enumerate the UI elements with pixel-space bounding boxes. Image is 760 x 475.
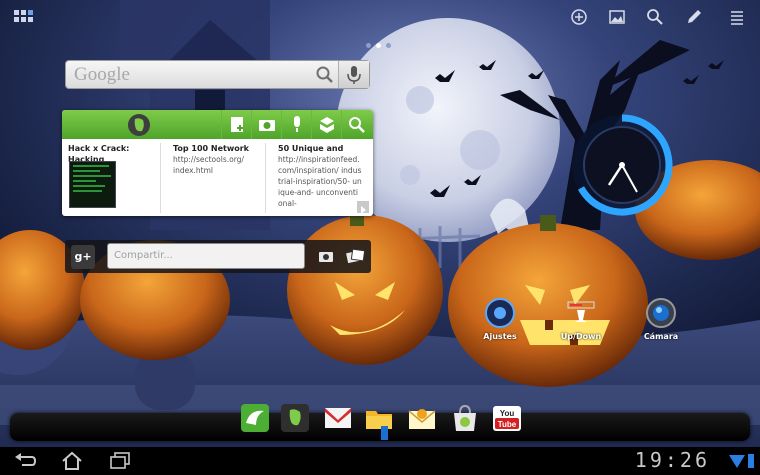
google-logo: Google (74, 64, 130, 85)
search-button[interactable] (645, 8, 665, 26)
apps-button[interactable] (12, 8, 34, 26)
shortcut-label: Up/Down (560, 332, 602, 341)
magnifier-icon (316, 66, 333, 83)
evernote-toolbar (62, 110, 373, 139)
microphone-icon (347, 66, 361, 84)
apps-icon (14, 10, 33, 22)
settings-icon (485, 298, 515, 328)
evernote-logo-icon[interactable] (126, 112, 152, 138)
wifi-signal-icon (728, 453, 746, 469)
dock-market[interactable] (450, 403, 480, 433)
evernote-icon (281, 404, 309, 432)
recent-apps-button[interactable] (107, 451, 133, 471)
gplus-logo[interactable]: g+ (71, 245, 95, 269)
camera-note-icon (259, 120, 275, 131)
note-thumbnail (69, 161, 116, 208)
add-image-note-icon (320, 117, 334, 133)
page-dot (386, 43, 391, 48)
google-search-widget[interactable]: Google (65, 60, 370, 89)
camera-share-button[interactable] (312, 243, 340, 269)
gplus-share-widget: g+ Compartir... (65, 240, 371, 273)
note-title: 50 Unique and (278, 144, 344, 153)
add-widget-button[interactable] (569, 8, 589, 26)
shortcut-label: Cámara (643, 332, 679, 341)
wallpaper-icon (609, 10, 625, 24)
evernote-note-card[interactable]: Top 100 Network http://sectools.org/ ind… (167, 143, 266, 213)
camera-icon (319, 252, 333, 262)
search-icon (647, 9, 663, 25)
page-indicator (366, 33, 396, 48)
market-icon (454, 404, 476, 431)
back-icon (15, 453, 37, 466)
wallpaper-button[interactable] (607, 8, 627, 26)
back-button[interactable] (12, 451, 38, 471)
evernote-note-card[interactable]: 50 Unique and http://inspirationfeed. co… (272, 143, 362, 213)
camera-note-button[interactable] (251, 110, 282, 139)
menu-button[interactable] (727, 8, 747, 26)
voice-search-button[interactable] (338, 61, 369, 88)
battery-icon (746, 453, 756, 469)
recent-apps-icon (110, 452, 130, 469)
file-manager-icon (366, 411, 392, 429)
svg-text:You: You (500, 409, 515, 418)
photos-share-button[interactable] (341, 243, 369, 269)
page-dot (366, 43, 371, 48)
dock-gmail[interactable] (323, 403, 353, 433)
clock-widget[interactable] (567, 110, 677, 220)
dolphin-browser-icon (241, 404, 269, 432)
youtube-icon: You Tube (493, 406, 521, 431)
page-dot-active (376, 43, 381, 48)
gmail-icon (325, 408, 351, 428)
new-note-button[interactable] (221, 110, 252, 139)
evernote-note-card[interactable]: Hack x Crack: Hacking (62, 143, 161, 213)
home-icon (62, 451, 82, 470)
shortcut-ajustes[interactable]: Ajustes (470, 298, 530, 346)
photos-icon (346, 248, 366, 264)
new-note-icon (231, 117, 243, 132)
dock-email[interactable] (407, 403, 437, 433)
menu-icon (731, 11, 743, 25)
shortcut-camara[interactable]: Cámara (631, 298, 691, 346)
evernote-widget[interactable]: Hack x Crack: Hacking Top 100 Network ht… (62, 110, 373, 216)
edit-button[interactable] (684, 8, 704, 26)
voice-note-icon (294, 116, 300, 132)
next-page-button[interactable] (357, 201, 369, 214)
edit-icon (688, 10, 701, 23)
shortcut-updown[interactable]: Up/Down (551, 298, 611, 346)
add-icon (571, 9, 587, 25)
usb-indicator (381, 426, 388, 440)
evernote-search-button[interactable] (341, 110, 372, 139)
search-icon (349, 117, 365, 133)
voice-note-button[interactable] (281, 110, 312, 139)
add-image-note-button[interactable] (311, 110, 342, 139)
dock-dolphin-browser[interactable] (240, 403, 270, 433)
updown-icon (567, 301, 595, 322)
status-clock: 19:26 (634, 448, 710, 472)
camera-icon (646, 298, 676, 328)
note-title: Top 100 Network (173, 144, 249, 153)
note-body: http://inspirationfeed. com/inspiration/… (278, 155, 362, 208)
dock-youtube[interactable]: You Tube (492, 403, 522, 433)
email-icon (408, 409, 436, 429)
shortcut-label: Ajustes (483, 332, 517, 341)
note-body: http://sectools.org/ index.html (173, 155, 244, 175)
chevron-right-icon (361, 206, 366, 214)
svg-text:Tube: Tube (498, 420, 517, 429)
home-button[interactable] (59, 451, 85, 471)
share-input[interactable]: Compartir... (107, 243, 305, 269)
dock-evernote[interactable] (280, 403, 310, 433)
dock-file-manager[interactable] (364, 403, 394, 433)
